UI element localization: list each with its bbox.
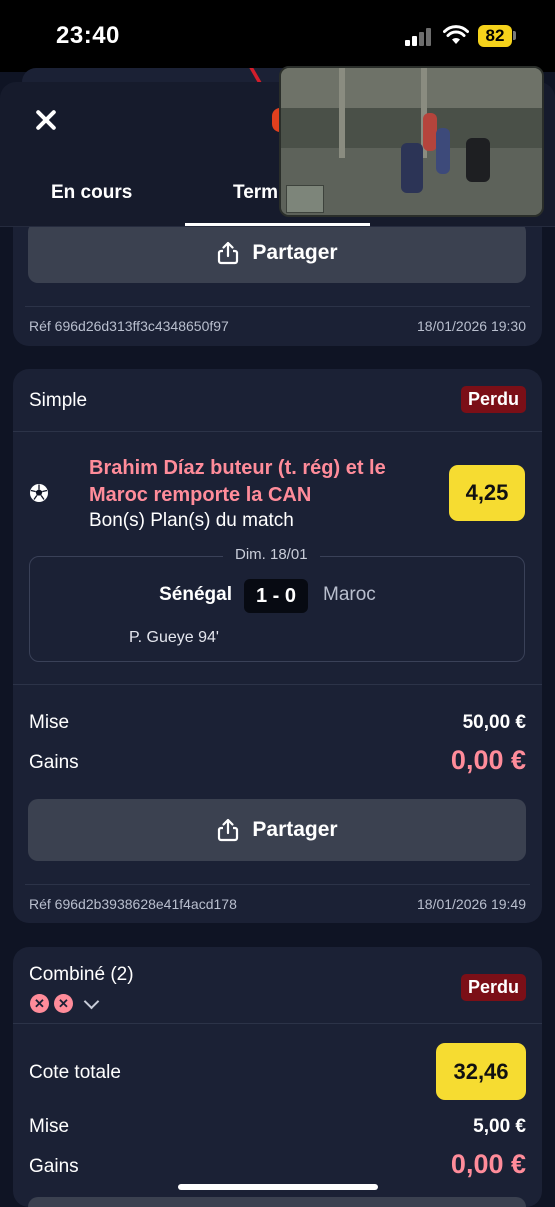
goal-scorer: P. Gueye 94' [129,629,219,646]
close-icon[interactable] [32,106,60,134]
share-button-partial[interactable] [28,1197,526,1207]
bet-date: 18/01/2026 19:30 [417,318,526,334]
tab-termines[interactable]: Term [233,182,278,204]
bet-type: Combiné (2) [29,964,134,985]
battery-tip [513,31,516,40]
tab-en-cours[interactable]: En cours [51,182,132,204]
status-badge: Perdu [460,386,526,413]
cote-label: Cote totale [29,1062,121,1083]
mise-label: Mise [29,712,70,733]
selection-title: Brahim Díaz buteur (t. rég) et le Maroc … [89,457,386,506]
lost-selection-icon: ✕ [30,994,49,1013]
share-icon [218,818,239,842]
gains-label: Gains [29,1156,79,1177]
match-date: Dim. 18/01 [223,546,320,563]
status-bar: 23:40 82 [0,0,555,72]
away-team: Maroc [323,584,376,605]
match-score: 1 - 0 [244,579,308,613]
battery-icon: 82 [478,25,512,47]
soccer-ball-icon [30,484,48,502]
share-button[interactable]: Partager [28,799,526,861]
status-badge: Perdu [460,974,526,1001]
selection-market: Bon(s) Plan(s) du match [89,510,294,531]
bet-reference: Réf 696d2b3938628e41f4acd178 [29,896,237,912]
bet-card-combine: Combiné (2) Perdu Cote totale 32,46 Mise… [13,947,542,1207]
gains-label: Gains [29,752,79,773]
gains-value: 0,00 € [450,745,526,775]
mise-value: 5,00 € [473,1116,526,1137]
bet-reference: Réf 696d26d313ff3c4348650f97 [29,318,229,334]
total-odds-badge: 32,46 [436,1043,526,1100]
picture-in-picture-video[interactable] [279,66,544,217]
share-button[interactable]: Partager [28,222,526,283]
mise-value: 50,00 € [462,712,526,733]
share-label: Partager [252,818,338,841]
home-indicator [178,1184,378,1190]
cellular-signal-icon [405,28,433,46]
bet-type: Simple [29,390,88,411]
bet-date: 18/01/2026 19:49 [417,896,526,912]
mise-label: Mise [29,1116,70,1137]
lost-selection-icon: ✕ [54,994,73,1013]
odds-badge: 4,25 [449,465,525,521]
wifi-icon [443,25,469,44]
share-label: Partager [252,240,338,264]
minimap [286,185,324,213]
home-team: Sénégal [159,584,232,605]
gains-value: 0,00 € [450,1149,526,1179]
clock: 23:40 [56,22,120,49]
share-icon [218,241,239,264]
